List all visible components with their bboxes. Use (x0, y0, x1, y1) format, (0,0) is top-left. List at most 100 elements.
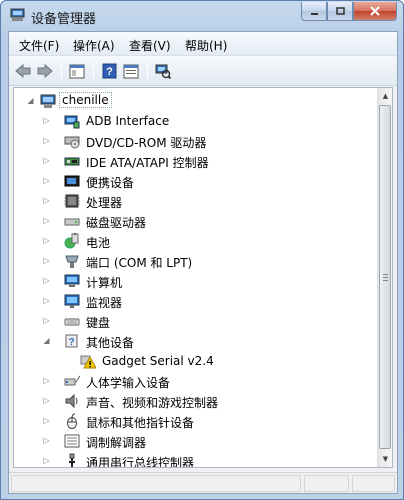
properties-icon (123, 64, 139, 78)
tree-category[interactable]: ▷ 电池 (14, 231, 378, 251)
expand-arrow-icon[interactable]: ▷ (42, 456, 51, 465)
tree-category[interactable]: ▷ 人体学输入设备 (14, 371, 378, 391)
processor-icon (64, 194, 80, 208)
tree-category[interactable]: ▷ 端口 (COM 和 LPT) (14, 251, 378, 271)
menu-view[interactable]: 查看(V) (129, 37, 171, 54)
tree-item-label: 磁盘驱动器 (86, 216, 147, 230)
monitor-icon (64, 294, 80, 308)
tree-item-label: DVD/CD-ROM 驱动器 (86, 136, 207, 150)
root-label: chenille (59, 92, 112, 108)
toolbar: ? (9, 56, 397, 86)
tree-category[interactable]: ▷ 键盘 (14, 311, 378, 331)
close-button[interactable] (353, 2, 397, 21)
tree-category[interactable]: ▷ 鼠标和其他指针设备 (14, 411, 378, 431)
expand-arrow-icon[interactable]: ▷ (42, 376, 51, 385)
device-tree: ◢ chenille ▷ ADB Interface ▷ DVD/CD-ROM 驱动器… (14, 88, 378, 467)
expand-arrow-icon[interactable]: ▷ (42, 256, 51, 265)
client-area: 文件(F) 操作(A) 查看(V) 帮助(H) ? ◢ chenille ▷ A… (8, 31, 398, 494)
minimize-button[interactable] (301, 2, 327, 21)
sound-icon (65, 393, 78, 409)
show-hide-tree-button[interactable] (67, 61, 87, 81)
status-cell (304, 475, 349, 492)
tree-item-label: ADB Interface (86, 114, 170, 128)
forward-button[interactable] (35, 61, 55, 81)
tree-item-label: 其他设备 (86, 336, 135, 350)
expand-arrow-icon[interactable]: ▷ (42, 296, 51, 305)
ide-controller-icon (64, 157, 80, 166)
scrollbar-thumb[interactable] (379, 105, 391, 449)
portable-device-icon (64, 175, 80, 187)
menu-help[interactable]: 帮助(H) (185, 37, 227, 54)
tree-category[interactable]: ▷ 处理器 (14, 191, 378, 211)
tree-category[interactable]: ▷ 通用串行总线控制器 (14, 451, 378, 467)
tree-category[interactable]: ▷ 调制解调器 (14, 431, 378, 451)
svg-text:?: ? (68, 337, 74, 348)
tree-category[interactable]: ▷ 监视器 (14, 291, 378, 311)
expand-arrow-icon[interactable]: ▷ (42, 156, 51, 165)
maximize-button[interactable] (327, 2, 353, 21)
tree-item-label: 端口 (COM 和 LPT) (86, 256, 193, 270)
mouse-icon (67, 413, 77, 429)
expand-arrow-icon[interactable]: ▷ (42, 316, 51, 325)
toolbar-separator (61, 62, 62, 80)
expand-arrow-icon[interactable]: ▷ (42, 396, 51, 405)
modem-icon (64, 434, 80, 448)
toolbar-separator (147, 62, 148, 80)
cdrom-icon (64, 136, 80, 149)
expand-arrow-icon[interactable]: ▷ (42, 116, 51, 125)
expand-arrow-icon[interactable]: ▷ (42, 236, 51, 245)
tree-category[interactable]: ▷ DVD/CD-ROM 驱动器 (14, 131, 378, 151)
tree-category[interactable]: ▷ 便携设备 (14, 171, 378, 191)
expand-arrow-icon[interactable]: ▷ (42, 216, 51, 225)
tree-category[interactable]: ▷ IDE ATA/ATAPI 控制器 (14, 151, 378, 171)
scrollbar-grip (383, 274, 388, 283)
properties-button[interactable] (121, 61, 141, 81)
computer-icon (64, 274, 80, 287)
help-icon: ? (102, 63, 116, 79)
menu-file[interactable]: 文件(F) (19, 37, 59, 54)
scan-hardware-button[interactable] (153, 61, 173, 81)
window-title: 设备管理器 (31, 12, 97, 27)
back-button[interactable] (13, 61, 33, 81)
tree-item-label: IDE ATA/ATAPI 控制器 (86, 156, 209, 170)
port-icon (65, 255, 79, 268)
expand-arrow-icon[interactable]: ▷ (42, 196, 51, 205)
vertical-scrollbar[interactable]: ▲ ▼ (377, 88, 392, 467)
scroll-down-arrow[interactable]: ▼ (378, 451, 392, 467)
expand-arrow-icon[interactable]: ▷ (42, 416, 51, 425)
expand-arrow-icon[interactable]: ▷ (42, 276, 51, 285)
title-bar[interactable]: 设备管理器 (1, 1, 403, 31)
tree-item-label: 键盘 (86, 316, 111, 330)
menu-bar: 文件(F) 操作(A) 查看(V) 帮助(H) (9, 32, 397, 56)
collapse-arrow-icon[interactable]: ◢ (42, 336, 51, 345)
tree-item-label: 监视器 (86, 296, 123, 310)
tree-item-label: 计算机 (86, 276, 123, 290)
warning-icon (80, 355, 96, 369)
svg-text:?: ? (106, 66, 113, 78)
expand-arrow-icon[interactable]: ▷ (42, 136, 51, 145)
status-bar (9, 472, 397, 493)
device-manager-window: 设备管理器 文件(F) 操作(A) 查看(V) 帮助(H) ? ◢ chenil… (0, 0, 404, 500)
show-hide-console-tree-icon (69, 64, 85, 78)
hid-icon (64, 375, 80, 386)
status-cell-main (11, 475, 301, 492)
menu-action[interactable]: 操作(A) (73, 37, 115, 54)
collapse-arrow-icon[interactable]: ◢ (26, 96, 35, 105)
scroll-up-arrow[interactable]: ▲ (378, 88, 392, 104)
battery-icon (64, 233, 79, 249)
tree-category[interactable]: ◢? 其他设备 (14, 331, 378, 351)
expand-arrow-icon[interactable]: ▷ (42, 176, 51, 185)
tree-child-item[interactable]: Gadget Serial v2.4 (14, 351, 378, 371)
adb-device-icon (64, 115, 80, 129)
usb-icon (69, 453, 75, 467)
tree-root[interactable]: ◢ chenille (14, 91, 378, 111)
tree-item-label: 处理器 (86, 196, 123, 210)
tree-category[interactable]: ▷ ADB Interface (14, 111, 378, 131)
expand-arrow-icon[interactable]: ▷ (42, 436, 51, 445)
help-button[interactable]: ? (99, 61, 119, 81)
tree-category[interactable]: ▷ 声音、视频和游戏控制器 (14, 391, 378, 411)
tree-item-label: 调制解调器 (86, 436, 147, 450)
tree-item-label: Gadget Serial v2.4 (102, 354, 214, 368)
tree-category[interactable]: ▷ 计算机 (14, 271, 378, 291)
tree-category[interactable]: ▷ 磁盘驱动器 (14, 211, 378, 231)
